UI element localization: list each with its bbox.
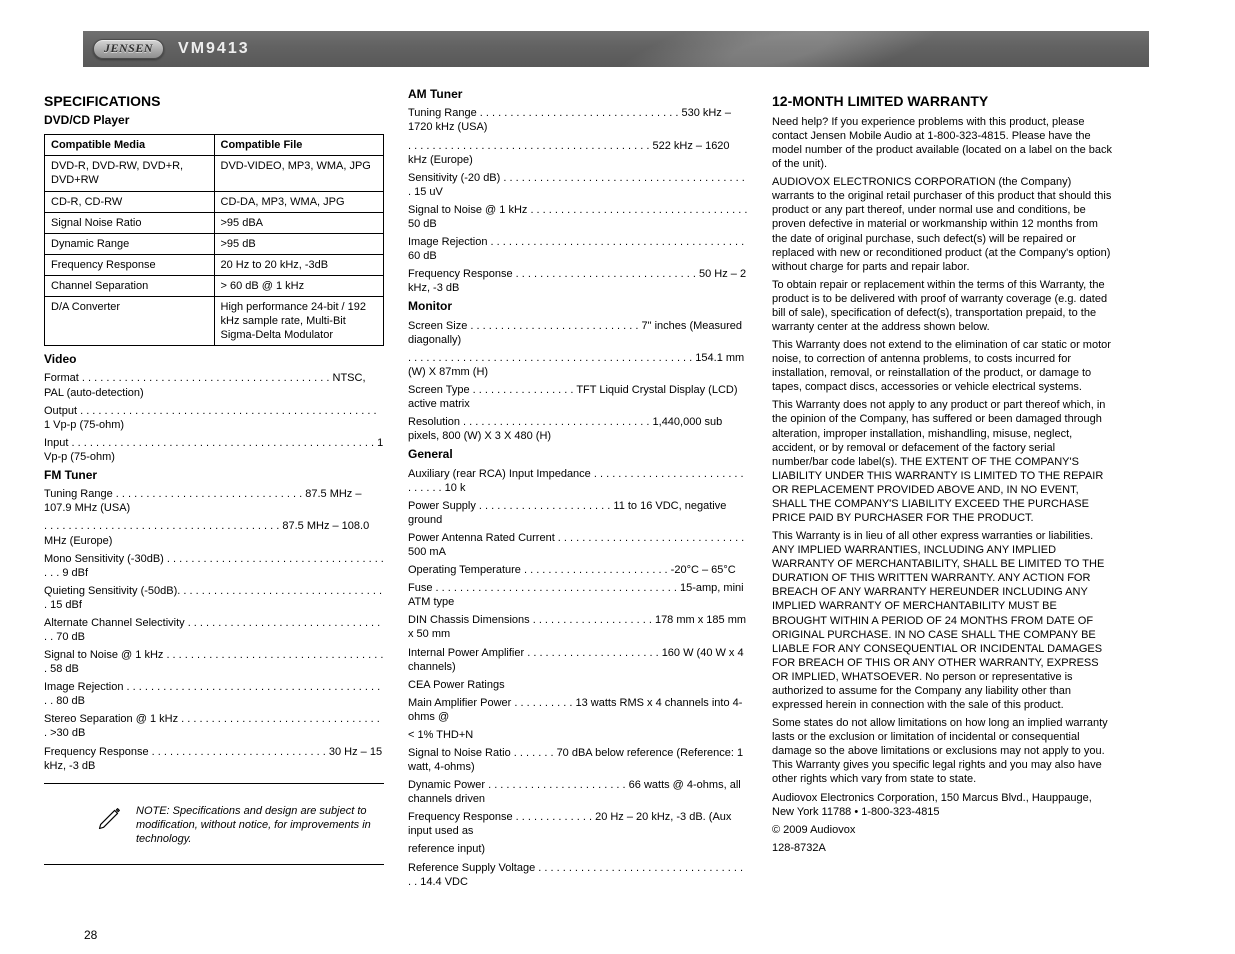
spec-line: < 1% THD+N [408,728,748,742]
spec-line: Image Rejection . . . . . . . . . . . . … [408,235,748,263]
specs-table: Compatible Media Compatible File DVD-R, … [44,134,384,346]
note-text: NOTE: Specifications and design are subj… [136,804,384,846]
spec-line: Tuning Range . . . . . . . . . . . . . .… [44,487,384,515]
section-heading-warranty: 12-MONTH LIMITED WARRANTY [772,93,1112,111]
spec-line: Screen Type . . . . . . . . . . . . . . … [408,383,748,411]
section-heading-monitor: Monitor [408,299,748,314]
spec-line: Internal Power Amplifier . . . . . . . .… [408,646,748,674]
warranty-para: Some states do not allow limitations on … [772,716,1112,786]
section-heading-video: Video [44,352,384,367]
spec-line: Alternate Channel Selectivity . . . . . … [44,616,384,644]
td: DVD-VIDEO, MP3, WMA, JPG [214,156,384,191]
page-header: JENSEN VM9413 [83,31,1149,67]
section-heading-fm: FM Tuner [44,468,384,483]
spec-line: Signal to Noise Ratio . . . . . . . 70 d… [408,746,748,774]
spec-line: Mono Sensitivity (-30dB) . . . . . . . .… [44,552,384,580]
td: 20 Hz to 20 kHz, -3dB [214,254,384,275]
warranty-docnum: 128-8732A [772,841,1112,855]
col-2: AM Tuner Tuning Range . . . . . . . . . … [408,85,748,893]
spec-line: Sensitivity (-20 dB) . . . . . . . . . .… [408,171,748,199]
section-heading-specifications: SPECIFICATIONS [44,93,384,111]
warranty-para: AUDIOVOX ELECTRONICS CORPORATION (the Co… [772,175,1112,274]
warranty-para: Audiovox Electronics Corporation, 150 Ma… [772,791,1112,819]
spec-line: Power Supply . . . . . . . . . . . . . .… [408,499,748,527]
td: Frequency Response [45,254,215,275]
spec-line: Screen Size . . . . . . . . . . . . . . … [408,319,748,347]
td: Dynamic Range [45,233,215,254]
td: High performance 24-bit / 192 kHz sample… [214,296,384,345]
section-heading-dvdcd: DVD/CD Player [44,113,384,128]
warranty-copyright: © 2009 Audiovox [772,823,1112,837]
spec-line: . . . . . . . . . . . . . . . . . . . . … [44,519,384,547]
spec-line: Image Rejection . . . . . . . . . . . . … [44,680,384,708]
specs-note: NOTE: Specifications and design are subj… [44,794,384,854]
spec-line: Dynamic Power . . . . . . . . . . . . . … [408,778,748,806]
pencil-icon [96,804,124,832]
spec-line: Signal to Noise @ 1 kHz . . . . . . . . … [44,648,384,676]
spec-line: . . . . . . . . . . . . . . . . . . . . … [408,351,748,379]
page-number: 28 [84,928,97,942]
spec-line: Fuse . . . . . . . . . . . . . . . . . .… [408,581,748,609]
warranty-needhelp: Need help? If you experience problems wi… [772,115,1112,171]
spec-line: Frequency Response . . . . . . . . . . .… [408,810,748,838]
td: >95 dB [214,233,384,254]
td: DVD-R, DVD-RW, DVD+R, DVD+RW [45,156,215,191]
spec-line: Stereo Separation @ 1 kHz . . . . . . . … [44,712,384,740]
spec-line: Frequency Response . . . . . . . . . . .… [44,745,384,773]
brand-logo: JENSEN [93,39,164,59]
spec-line: Resolution . . . . . . . . . . . . . . .… [408,415,748,443]
td: D/A Converter [45,296,215,345]
spec-line: Output . . . . . . . . . . . . . . . . .… [44,404,384,432]
th-compatible-media: Compatible Media [45,135,215,156]
spec-line: . . . . . . . . . . . . . . . . . . . . … [408,139,748,167]
td: >95 dBA [214,212,384,233]
spec-line: Signal to Noise @ 1 kHz . . . . . . . . … [408,203,748,231]
section-heading-am: AM Tuner [408,87,748,102]
td: CD-DA, MP3, WMA, JPG [214,191,384,212]
spec-line: Format . . . . . . . . . . . . . . . . .… [44,371,384,399]
spec-line: Main Amplifier Power . . . . . . . . . .… [408,696,748,724]
model-number: VM9413 [178,40,250,58]
spec-line: Operating Temperature . . . . . . . . . … [408,563,748,577]
warranty-para: This Warranty does not apply to any prod… [772,398,1112,525]
warranty-para: This Warranty is in lieu of all other ex… [772,529,1112,712]
spec-line: Frequency Response . . . . . . . . . . .… [408,267,748,295]
spec-line: Reference Supply Voltage . . . . . . . .… [408,861,748,889]
col-1: SPECIFICATIONS DVD/CD Player Compatible … [44,85,384,893]
warranty-para: To obtain repair or replacement within t… [772,278,1112,334]
section-heading-general: General [408,447,748,462]
spec-line: Quieting Sensitivity (-50dB). . . . . . … [44,584,384,612]
td: > 60 dB @ 1 kHz [214,275,384,296]
col-3: 12-MONTH LIMITED WARRANTY Need help? If … [772,85,1112,893]
spec-line: Input . . . . . . . . . . . . . . . . . … [44,436,384,464]
warranty-para: This Warranty does not extend to the eli… [772,338,1112,394]
spec-line: DIN Chassis Dimensions . . . . . . . . .… [408,613,748,641]
td: Channel Separation [45,275,215,296]
th-compatible-file: Compatible File [214,135,384,156]
td: Signal Noise Ratio [45,212,215,233]
spec-line: Tuning Range . . . . . . . . . . . . . .… [408,106,748,134]
spec-line: Power Antenna Rated Current . . . . . . … [408,531,748,559]
spec-line: CEA Power Ratings [408,678,748,692]
td: CD-R, CD-RW [45,191,215,212]
spec-line: Auxiliary (rear RCA) Input Impedance . .… [408,467,748,495]
spec-line: reference input) [408,842,748,856]
